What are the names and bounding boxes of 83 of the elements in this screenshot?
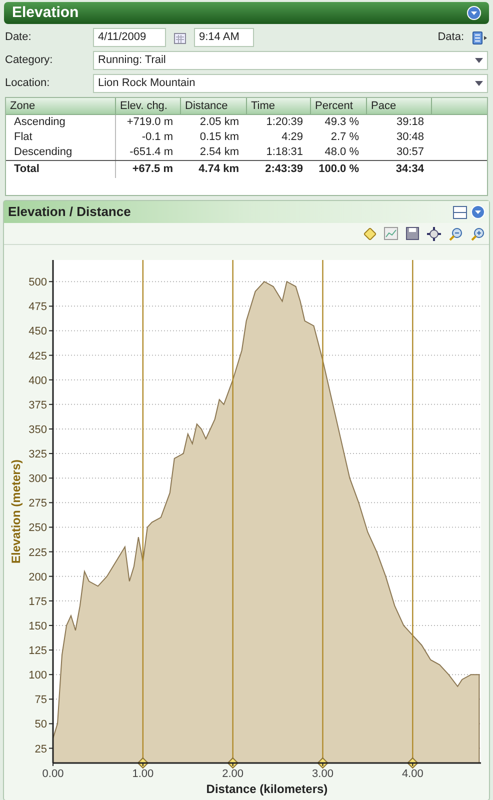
calendar-icon[interactable] bbox=[174, 32, 186, 44]
diamond-icon[interactable] bbox=[364, 228, 376, 240]
table-cell-text: -651.4 m bbox=[128, 145, 174, 160]
y-tick-label: 75 bbox=[34, 694, 47, 706]
table-cell-text: +67.5 m bbox=[131, 162, 174, 178]
y-tick-label: 150 bbox=[28, 620, 47, 632]
fit-icon[interactable] bbox=[427, 226, 441, 240]
x-tick-label: 2.00 bbox=[222, 768, 244, 780]
zoom-in-icon[interactable] bbox=[471, 226, 485, 240]
time-field[interactable]: 9:14 AM bbox=[194, 28, 254, 47]
diamond-marker-icon[interactable] bbox=[317, 757, 328, 769]
table-cell: Total bbox=[6, 161, 116, 178]
table-cell: Descending bbox=[6, 145, 116, 160]
table-cell-text: 2.54 km bbox=[198, 145, 240, 160]
table-cell-text: 4:29 bbox=[280, 130, 304, 145]
y-tick-label: 25 bbox=[34, 743, 47, 756]
y-tick-label: 400 bbox=[28, 374, 47, 387]
x-tick-label: 3.00 bbox=[312, 768, 334, 780]
y-tick-label: 175 bbox=[28, 596, 47, 608]
save-icon[interactable] bbox=[406, 227, 419, 240]
y-tick-label: 350 bbox=[28, 424, 47, 436]
x-axis-title: Distance (kilometers) bbox=[206, 782, 328, 796]
collapse-icon[interactable] bbox=[467, 6, 481, 20]
table-cell-text: 1:20:39 bbox=[265, 115, 304, 130]
table-cell-text: +719.0 m bbox=[126, 115, 174, 130]
table-cell-text: 30:48 bbox=[395, 130, 425, 145]
column-header[interactable]: Time bbox=[247, 98, 311, 114]
location-label: Location: bbox=[5, 76, 51, 92]
table-cell-text: 4.74 km bbox=[198, 162, 240, 178]
table-cell-text: 48.0 % bbox=[324, 145, 360, 160]
y-tick-label: 50 bbox=[34, 718, 47, 731]
date-label: Date: bbox=[5, 30, 32, 46]
diamond-marker-icon[interactable] bbox=[227, 757, 239, 769]
date-field[interactable]: 4/11/2009 bbox=[93, 28, 166, 47]
table-cell: Flat bbox=[6, 130, 116, 145]
diamond-marker-icon[interactable] bbox=[406, 757, 418, 769]
y-tick-label: 500 bbox=[28, 276, 47, 289]
column-header[interactable]: Zone bbox=[6, 98, 116, 114]
table-cell: Ascending bbox=[6, 115, 116, 130]
collapse-icon[interactable] bbox=[471, 205, 485, 219]
y-tick-label: 225 bbox=[28, 546, 47, 559]
y-tick-label: 250 bbox=[28, 522, 47, 534]
dropdown-arrow-icon bbox=[475, 58, 483, 63]
table-cell-text: 2.05 km bbox=[198, 115, 240, 130]
y-tick-label: 275 bbox=[28, 498, 47, 510]
column-header[interactable]: Pace bbox=[367, 98, 432, 114]
y-tick-label: 325 bbox=[28, 448, 47, 461]
table-cell-text: -0.1 m bbox=[140, 130, 174, 145]
data-label: Data: bbox=[438, 30, 464, 46]
column-header[interactable]: Distance bbox=[181, 98, 247, 114]
column-header[interactable]: Percent bbox=[311, 98, 367, 114]
y-tick-label: 375 bbox=[28, 399, 47, 412]
zoom-out-icon[interactable] bbox=[449, 226, 463, 240]
x-tick-label: 4.00 bbox=[402, 768, 424, 780]
table-cell-text: 49.3 % bbox=[324, 115, 360, 130]
table-cell-text: 2.7 % bbox=[330, 130, 360, 145]
table-cell-text: 1:18:31 bbox=[265, 145, 304, 160]
category-label: Category: bbox=[5, 53, 54, 68]
column-header[interactable]: Elev. chg. bbox=[116, 98, 181, 114]
table-cell-text: 0.15 km bbox=[198, 130, 240, 145]
location-dropdown[interactable]: Lion Rock Mountain bbox=[93, 74, 488, 93]
y-tick-label: 475 bbox=[28, 301, 47, 314]
y-tick-label: 300 bbox=[28, 473, 47, 486]
dropdown-arrow-icon bbox=[475, 81, 483, 86]
chart-title: Elevation / Distance bbox=[8, 203, 132, 222]
x-tick-label: 1.00 bbox=[132, 768, 154, 780]
table-cell-text: 34:34 bbox=[394, 162, 425, 178]
y-tick-label: 100 bbox=[28, 670, 47, 682]
y-tick-label: 425 bbox=[28, 350, 47, 362]
y-tick-label: 200 bbox=[28, 571, 47, 584]
table-cell-text: 30:57 bbox=[395, 145, 425, 160]
y-tick-label: 125 bbox=[28, 645, 47, 658]
category-dropdown[interactable]: Running: Trail bbox=[93, 51, 488, 70]
y-tick-label: 450 bbox=[28, 326, 47, 338]
panel-title: Elevation bbox=[12, 2, 80, 23]
table-cell-text: 39:18 bbox=[395, 115, 425, 130]
calculator-icon[interactable] bbox=[472, 30, 488, 44]
layout-icon[interactable] bbox=[453, 206, 467, 218]
table-cell-text: 2:43:39 bbox=[264, 162, 304, 178]
x-tick-label: 0.00 bbox=[42, 768, 64, 780]
y-axis-title: Elevation (meters) bbox=[9, 459, 23, 564]
table-cell-text: 100.0 % bbox=[318, 162, 360, 178]
diamond-marker-icon[interactable] bbox=[137, 757, 149, 769]
